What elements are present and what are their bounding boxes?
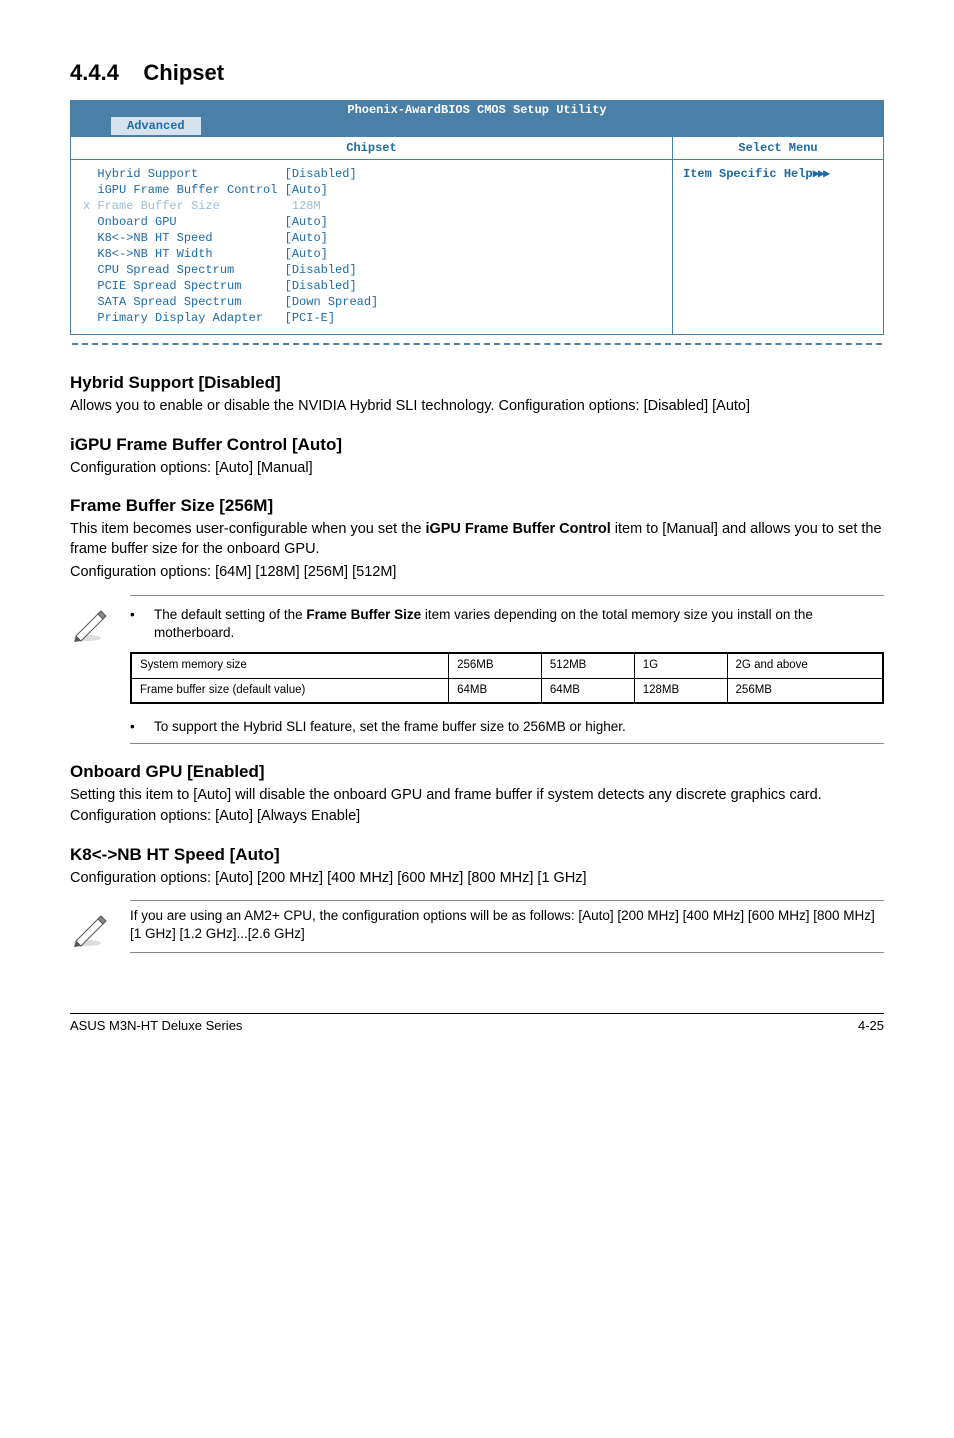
bios-help-text: Item Specific Help xyxy=(683,167,813,181)
table-cell: 1G xyxy=(634,653,727,678)
text-igpu-control: Configuration options: [Auto] [Manual] xyxy=(70,459,884,479)
page-footer: ASUS M3N-HT Deluxe Series 4-25 xyxy=(70,1013,884,1033)
help-arrows-icon: ▶▶▶ xyxy=(813,167,829,181)
footer-page-number: 4-25 xyxy=(858,1018,884,1033)
note-k8-ht-speed: If you are using an AM2+ CPU, the config… xyxy=(70,900,884,953)
note-divider-bottom xyxy=(130,743,884,744)
pencil-icon xyxy=(70,602,130,645)
bios-right-header: Select Menu xyxy=(673,137,883,160)
bios-options-list: Hybrid Support [Disabled] iGPU Frame Buf… xyxy=(71,160,672,334)
bios-option-row: SATA Spread Spectrum [Down Spread] xyxy=(83,294,660,310)
bios-option-row: Onboard GPU [Auto] xyxy=(83,214,660,230)
text-onboard-gpu-2: Configuration options: [Auto] [Always En… xyxy=(70,807,884,827)
bios-help-panel: Item Specific Help▶▶▶ xyxy=(673,160,883,187)
heading-hybrid-support: Hybrid Support [Disabled] xyxy=(70,373,884,393)
bullet-icon: • xyxy=(130,718,154,736)
table-cell: System memory size xyxy=(131,653,449,678)
table-cell: 256MB xyxy=(449,653,542,678)
footer-product: ASUS M3N-HT Deluxe Series xyxy=(70,1018,242,1033)
note-frame-buffer: • The default setting of the Frame Buffe… xyxy=(70,595,884,744)
text-frame-buffer-size-2: Configuration options: [64M] [128M] [256… xyxy=(70,563,884,583)
note-text-default-fbs: The default setting of the Frame Buffer … xyxy=(154,606,884,642)
bios-title: Phoenix-AwardBIOS CMOS Setup Utility xyxy=(347,103,606,117)
table-cell: 256MB xyxy=(727,678,883,703)
table-cell: 128MB xyxy=(634,678,727,703)
bios-option-row: x Frame Buffer Size 128M xyxy=(83,198,660,214)
table-cell: 64MB xyxy=(541,678,634,703)
bios-tab-advanced: Advanced xyxy=(111,117,201,135)
table-cell: 512MB xyxy=(541,653,634,678)
bios-option-row: K8<->NB HT Speed [Auto] xyxy=(83,230,660,246)
text-frame-buffer-size-1: This item becomes user-configurable when… xyxy=(70,520,884,559)
text-hybrid-support: Allows you to enable or disable the NVID… xyxy=(70,397,884,417)
heading-k8-ht-speed: K8<->NB HT Speed [Auto] xyxy=(70,845,884,865)
note-divider-top xyxy=(130,595,884,596)
bios-option-row: Hybrid Support [Disabled] xyxy=(83,166,660,182)
section-number: 4.4.4 xyxy=(70,60,119,85)
note-divider-top xyxy=(130,900,884,901)
bios-option-row: iGPU Frame Buffer Control [Auto] xyxy=(83,182,660,198)
dashed-divider xyxy=(72,343,882,345)
text-onboard-gpu-1: Setting this item to [Auto] will disable… xyxy=(70,786,884,806)
bios-option-row: CPU Spread Spectrum [Disabled] xyxy=(83,262,660,278)
bios-option-row: PCIE Spread Spectrum [Disabled] xyxy=(83,278,660,294)
bios-screenshot: Phoenix-AwardBIOS CMOS Setup Utility Adv… xyxy=(70,100,884,335)
bios-titlebar: Phoenix-AwardBIOS CMOS Setup Utility Adv… xyxy=(71,101,883,137)
section-title: 4.4.4 Chipset xyxy=(70,60,884,86)
memory-size-table: System memory size 256MB 512MB 1G 2G and… xyxy=(130,652,884,704)
heading-igpu-control: iGPU Frame Buffer Control [Auto] xyxy=(70,435,884,455)
table-cell: 2G and above xyxy=(727,653,883,678)
note-text-am2-cpu: If you are using an AM2+ CPU, the config… xyxy=(130,907,884,943)
bios-option-row: K8<->NB HT Width [Auto] xyxy=(83,246,660,262)
table-cell: Frame buffer size (default value) xyxy=(131,678,449,703)
table-cell: 64MB xyxy=(449,678,542,703)
bios-left-header: Chipset xyxy=(71,137,672,160)
note-text-hybrid-sli: To support the Hybrid SLI feature, set t… xyxy=(154,718,626,736)
bios-option-row: Primary Display Adapter [PCI-E] xyxy=(83,310,660,326)
note-divider-bottom xyxy=(130,952,884,953)
heading-onboard-gpu: Onboard GPU [Enabled] xyxy=(70,762,884,782)
bullet-icon: • xyxy=(130,606,154,642)
section-name: Chipset xyxy=(143,60,224,85)
heading-frame-buffer-size: Frame Buffer Size [256M] xyxy=(70,496,884,516)
pencil-icon xyxy=(70,907,130,950)
text-k8-ht-speed: Configuration options: [Auto] [200 MHz] … xyxy=(70,869,884,889)
